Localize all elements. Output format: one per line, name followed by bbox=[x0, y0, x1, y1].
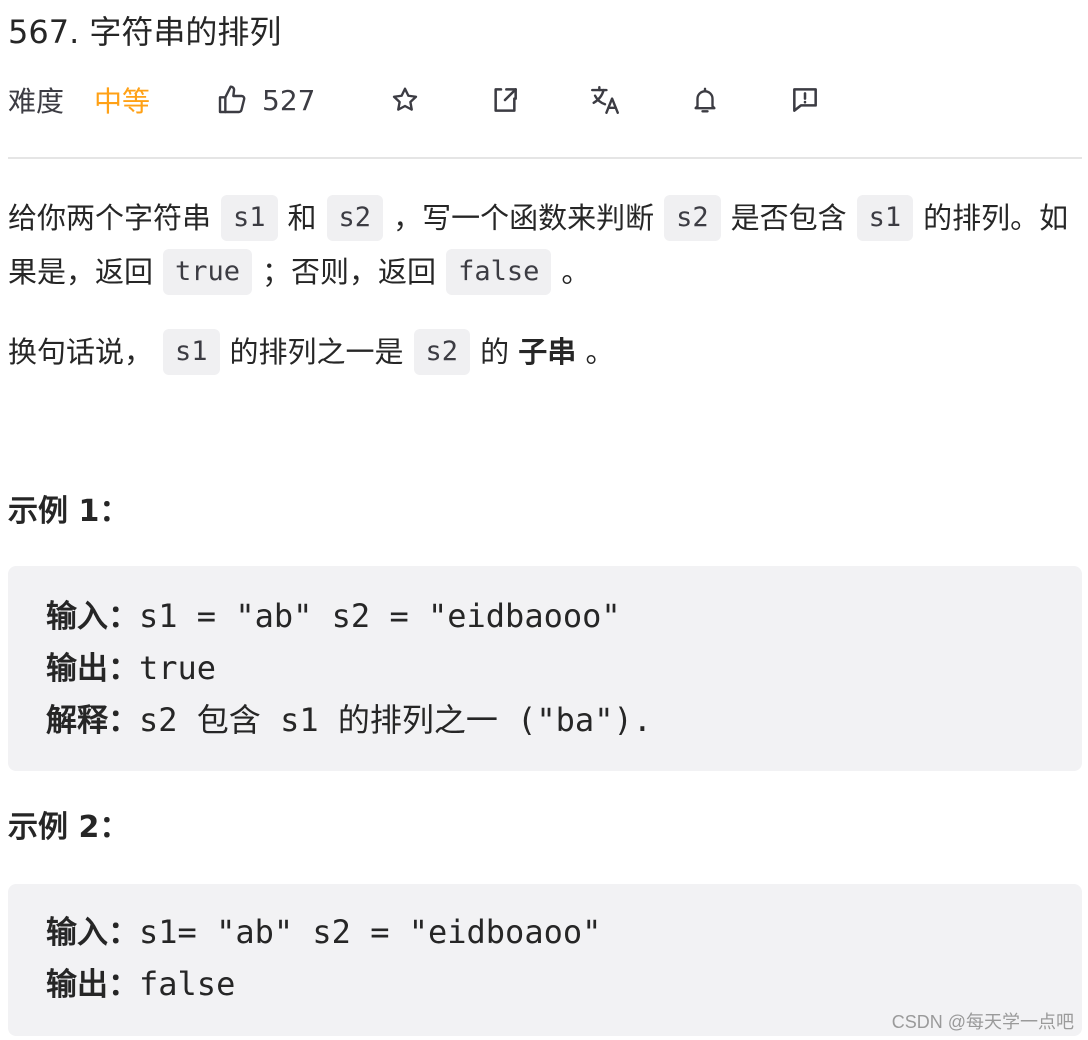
input-value: s1 = "ab" s2 = "eidbaooo" bbox=[139, 597, 621, 635]
inline-code: s2 bbox=[413, 329, 471, 375]
example-2-output: 输出：false bbox=[46, 962, 235, 1007]
inline-code: s1 bbox=[856, 195, 914, 241]
text: 和 bbox=[287, 201, 317, 235]
input-value: s1= "ab" s2 = "eidboaoo" bbox=[139, 913, 602, 951]
text: ；否则，返回 bbox=[262, 255, 437, 289]
problem-title: 567. 字符串的排列 bbox=[8, 13, 282, 51]
inline-code: s2 bbox=[326, 195, 384, 241]
example-1-explanation: 解释：s2 包含 s1 的排列之一 ("ba"). bbox=[46, 698, 652, 743]
thumbs-up-icon bbox=[216, 84, 262, 116]
star-button[interactable] bbox=[385, 80, 425, 120]
share-icon bbox=[489, 84, 521, 116]
output-label: 输出： bbox=[46, 967, 139, 1003]
substring-emphasis: 子串 bbox=[518, 335, 577, 369]
csdn-watermark: CSDN @每天学一点吧 bbox=[891, 1012, 1074, 1032]
example-1-input: 输入：s1 = "ab" s2 = "eidbaooo" bbox=[46, 594, 621, 639]
star-icon bbox=[390, 85, 420, 115]
notify-button[interactable] bbox=[685, 80, 725, 120]
example-1-output: 输出：true bbox=[46, 646, 216, 691]
text: 的 bbox=[480, 335, 510, 369]
example-2-input: 输入：s1= "ab" s2 = "eidboaoo" bbox=[46, 910, 601, 955]
difficulty-value: 中等 bbox=[94, 85, 151, 118]
text: 的排列之一是 bbox=[229, 335, 404, 369]
description-paragraph-1: 给你两个字符串 s1 和 s2 ，写一个函数来判断 s2 是否包含 s1 的排列。如果是，返回 t… bbox=[8, 190, 1082, 298]
output-value: false bbox=[139, 965, 236, 1003]
example-1-box: 输入：s1 = "ab" s2 = "eidbaooo" 输出：true 解释：… bbox=[8, 566, 1082, 771]
text: 。 bbox=[561, 255, 591, 289]
like-button[interactable]: 527 bbox=[216, 78, 315, 122]
inline-code: s2 bbox=[664, 195, 721, 241]
bell-icon bbox=[690, 85, 720, 115]
feedback-icon bbox=[789, 84, 821, 116]
text: 是否包含 bbox=[730, 201, 847, 235]
inline-code: true bbox=[163, 249, 253, 295]
text: 。 bbox=[585, 335, 615, 369]
problem-meta-bar: 难度 中等 527 bbox=[8, 78, 1082, 122]
text: 换句话说， bbox=[8, 335, 154, 369]
example-1-title: 示例 1： bbox=[8, 494, 130, 529]
inline-code: false bbox=[446, 249, 552, 295]
inline-code: s1 bbox=[163, 329, 220, 375]
translate-icon bbox=[588, 83, 622, 117]
explain-label: 解释： bbox=[46, 703, 139, 739]
text: ，写一个函数来判断 bbox=[393, 201, 655, 235]
example-2-title: 示例 2： bbox=[8, 810, 130, 845]
text: 给你两个字符串 bbox=[8, 201, 212, 235]
description-paragraph-2: 换句话说， s1 的排列之一是 s2 的 子串 。 bbox=[8, 324, 1082, 378]
like-count: 527 bbox=[262, 83, 316, 117]
input-label: 输入： bbox=[46, 915, 139, 951]
output-label: 输出： bbox=[46, 651, 139, 687]
share-button[interactable] bbox=[485, 80, 525, 120]
header-divider bbox=[8, 157, 1082, 159]
input-label: 输入： bbox=[46, 599, 139, 635]
inline-code: s1 bbox=[221, 195, 278, 241]
explain-value: s2 包含 s1 的排列之一 ("ba"). bbox=[139, 701, 652, 739]
translate-button[interactable] bbox=[585, 80, 625, 120]
feedback-button[interactable] bbox=[785, 80, 825, 120]
difficulty-label: 难度 bbox=[8, 85, 65, 118]
output-value: true bbox=[139, 649, 217, 687]
